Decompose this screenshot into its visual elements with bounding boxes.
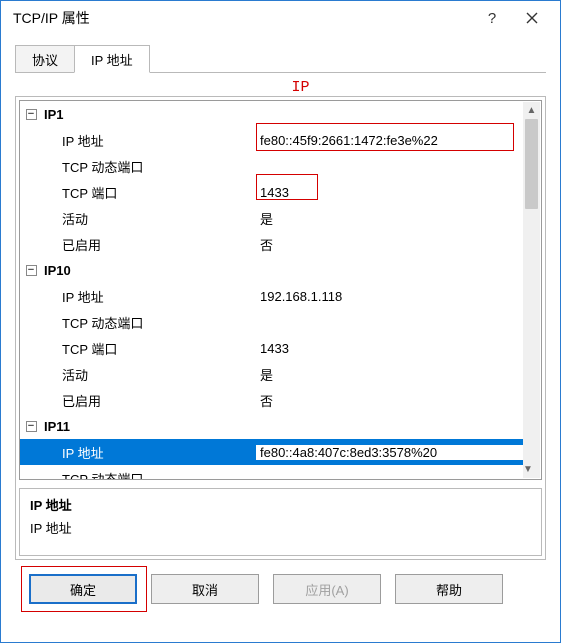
property-row[interactable]: TCP 动态端口	[20, 309, 524, 335]
button-label: 帮助	[436, 580, 462, 599]
property-label: TCP 动态端口	[38, 469, 256, 481]
group-label: IP1	[38, 107, 256, 122]
scrollbar-track[interactable]	[523, 119, 540, 461]
minus-icon: −	[28, 109, 34, 120]
property-value: 否	[256, 391, 524, 410]
minus-icon: −	[28, 421, 34, 432]
ok-button[interactable]: 确定	[29, 574, 137, 604]
property-row[interactable]: IP 地址fe80::45f9:2661:1472:fe3e%22	[20, 127, 524, 153]
tab-bar: 协议 IP 地址	[15, 45, 546, 73]
minus-icon: −	[28, 265, 34, 276]
cancel-button[interactable]: 取消	[151, 574, 259, 604]
scroll-down-button[interactable]: ▼	[523, 461, 533, 478]
property-value: 是	[256, 209, 524, 228]
collapse-toggle[interactable]: −	[20, 421, 38, 432]
collapse-toggle[interactable]: −	[20, 265, 38, 276]
property-label: 活动	[38, 365, 256, 384]
vertical-scrollbar[interactable]: ▲ ▼	[523, 102, 540, 478]
button-row: 确定 取消 应用(A) 帮助	[15, 574, 546, 604]
annotation-ip-label: IP	[35, 79, 561, 96]
property-grid[interactable]: − IP1 IP 地址fe80::45f9:2661:1472:fe3e%22 …	[19, 100, 542, 480]
tab-protocol[interactable]: 协议	[15, 45, 75, 73]
property-row[interactable]: TCP 动态端口	[20, 153, 524, 179]
property-value: 否	[256, 235, 524, 254]
scrollbar-thumb[interactable]	[525, 119, 538, 209]
property-label: IP 地址	[38, 287, 256, 306]
property-label: TCP 动态端口	[38, 157, 256, 176]
button-label: 确定	[70, 580, 96, 599]
property-row[interactable]: 已启用否	[20, 387, 524, 413]
property-row[interactable]: IP 地址192.168.1.118	[20, 283, 524, 309]
help-button[interactable]: 帮助	[395, 574, 503, 604]
scroll-up-button[interactable]: ▲	[523, 102, 540, 119]
group-header-ip10[interactable]: − IP10	[20, 257, 524, 283]
titlebar: TCP/IP 属性 ?	[1, 1, 560, 35]
button-label: 应用(A)	[305, 580, 348, 599]
property-label: 已启用	[38, 391, 256, 410]
property-label: IP 地址	[38, 131, 256, 150]
button-label: 取消	[192, 580, 218, 599]
description-body: IP 地址	[30, 518, 531, 537]
property-label: TCP 动态端口	[38, 313, 256, 332]
property-row[interactable]: 活动是	[20, 205, 524, 231]
apply-button: 应用(A)	[273, 574, 381, 604]
property-row[interactable]: TCP 端口1433	[20, 335, 524, 361]
property-value: 192.168.1.118	[256, 289, 524, 304]
group-label: IP10	[38, 263, 256, 278]
window-title: TCP/IP 属性	[13, 8, 472, 28]
dialog-window: TCP/IP 属性 ? 协议 IP 地址 IP − IP1 IP	[0, 0, 561, 643]
dialog-content: 协议 IP 地址 IP − IP1 IP 地址fe80::45f9:2661:1…	[1, 35, 560, 642]
property-label: IP 地址	[38, 443, 256, 462]
property-row[interactable]: TCP 端口1433	[20, 179, 524, 205]
tab-ip-address[interactable]: IP 地址	[74, 45, 150, 73]
property-value: 是	[256, 365, 524, 384]
group-header-ip1[interactable]: − IP1	[20, 101, 524, 127]
property-value: 1433	[256, 185, 524, 200]
property-panel: − IP1 IP 地址fe80::45f9:2661:1472:fe3e%22 …	[15, 96, 546, 560]
close-button[interactable]	[512, 4, 552, 32]
property-value: fe80::45f9:2661:1472:fe3e%22	[256, 133, 524, 148]
property-label: 已启用	[38, 235, 256, 254]
property-row[interactable]: 已启用否	[20, 231, 524, 257]
chevron-up-icon: ▲	[527, 105, 537, 116]
group-label: IP11	[38, 419, 256, 434]
collapse-toggle[interactable]: −	[20, 109, 38, 120]
property-label: TCP 端口	[38, 183, 256, 202]
property-value: 1433	[256, 341, 524, 356]
close-icon	[526, 12, 538, 24]
help-button[interactable]: ?	[472, 4, 512, 32]
description-title: IP 地址	[30, 495, 531, 514]
property-row-selected[interactable]: IP 地址fe80::4a8:407c:8ed3:3578%20	[20, 439, 524, 465]
description-panel: IP 地址 IP 地址	[19, 488, 542, 556]
chevron-down-icon: ▼	[523, 464, 533, 475]
property-value: fe80::4a8:407c:8ed3:3578%20	[256, 445, 524, 460]
property-row[interactable]: TCP 动态端口	[20, 465, 524, 480]
group-header-ip11[interactable]: − IP11	[20, 413, 524, 439]
property-label: TCP 端口	[38, 339, 256, 358]
property-row[interactable]: 活动是	[20, 361, 524, 387]
property-label: 活动	[38, 209, 256, 228]
question-icon: ?	[488, 10, 496, 27]
